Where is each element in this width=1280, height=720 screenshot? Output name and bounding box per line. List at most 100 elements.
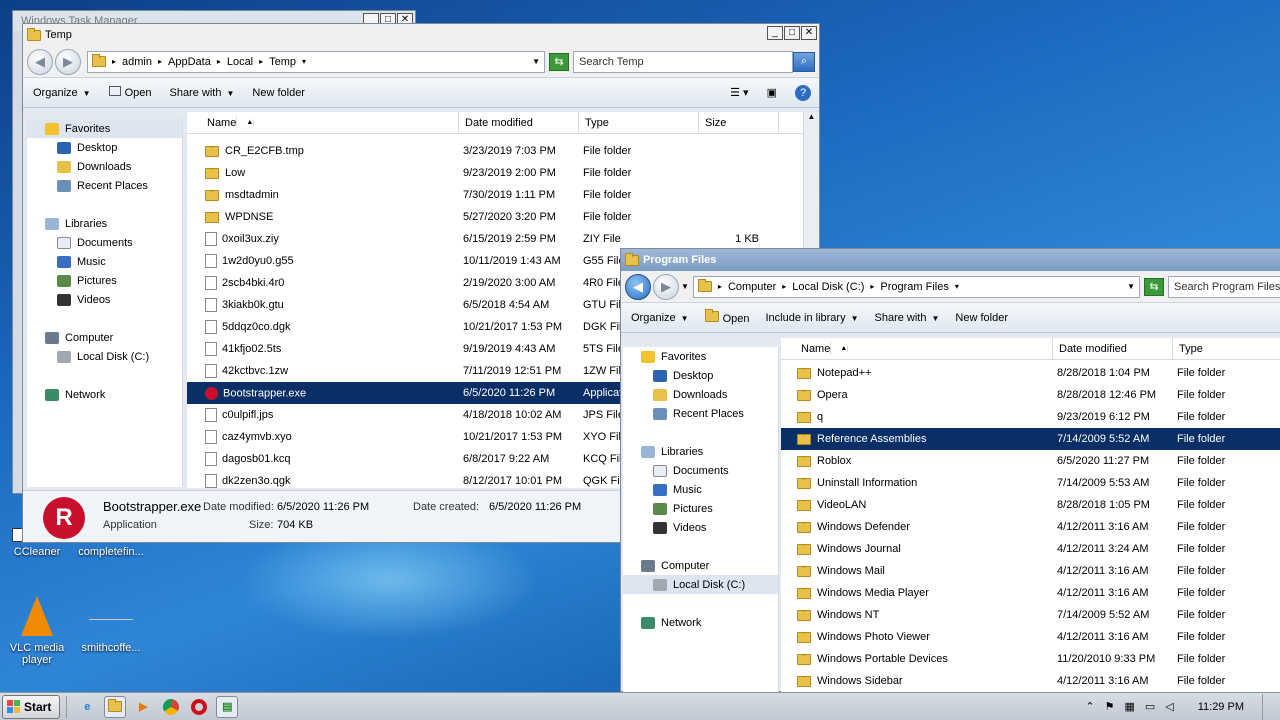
- include-in-library-button[interactable]: Include in library ▼: [765, 312, 858, 324]
- windows-explorer-icon[interactable]: [104, 695, 127, 718]
- close-button[interactable]: ✕: [801, 26, 817, 40]
- share-with-button[interactable]: Share with ▼: [169, 87, 234, 99]
- nav-recent-places[interactable]: Recent Places: [623, 404, 778, 423]
- recent-pages-icon[interactable]: ▼: [681, 282, 689, 291]
- table-row[interactable]: Roblox 6/5/2020 11:27 PM File folder: [781, 450, 1280, 472]
- table-row[interactable]: WPDNSE 5/27/2020 3:20 PM File folder: [187, 206, 819, 228]
- search-icon[interactable]: ⌕: [793, 51, 815, 72]
- crumb[interactable]: Temp: [269, 56, 296, 68]
- back-button[interactable]: ◀: [27, 48, 53, 75]
- nav-downloads[interactable]: Downloads: [623, 385, 778, 404]
- organize-button[interactable]: Organize ▼: [631, 312, 689, 324]
- nav-favorites[interactable]: Favorites: [27, 119, 182, 138]
- chrome-icon[interactable]: [160, 696, 182, 718]
- column-name[interactable]: Name ▲: [187, 112, 459, 133]
- nav-computer[interactable]: Computer: [623, 556, 778, 575]
- nav-downloads[interactable]: Downloads: [27, 157, 182, 176]
- temp-titlebar[interactable]: Temp _ □ ✕: [23, 24, 819, 46]
- column-date[interactable]: Date modified: [459, 112, 579, 133]
- clock[interactable]: 11:29 PM: [1198, 701, 1244, 713]
- nav-videos[interactable]: Videos: [27, 290, 182, 309]
- minimize-button[interactable]: _: [767, 26, 783, 40]
- nav-favorites[interactable]: Favorites: [623, 347, 778, 366]
- new-folder-button[interactable]: New folder: [955, 312, 1008, 324]
- nav-libraries[interactable]: Libraries: [623, 442, 778, 461]
- network-tray-icon[interactable]: ▭: [1145, 700, 1155, 713]
- nav-music[interactable]: Music: [623, 480, 778, 499]
- program-files-window[interactable]: Program Files ◀ ▶ ▼ ▸ Computer ▸ Local Di…: [620, 248, 1280, 692]
- share-with-button[interactable]: Share with ▼: [875, 312, 940, 324]
- media-player-icon[interactable]: ▶: [132, 696, 154, 718]
- table-row[interactable]: VideoLAN 8/28/2018 1:05 PM File folder: [781, 494, 1280, 516]
- table-row[interactable]: CR_E2CFB.tmp 3/23/2019 7:03 PM File folder: [187, 140, 819, 162]
- maximize-button[interactable]: □: [784, 26, 800, 40]
- view-options-icon[interactable]: ☰ ▾: [730, 86, 748, 99]
- help-icon[interactable]: ?: [795, 84, 811, 101]
- organize-button[interactable]: Organize ▼: [33, 87, 91, 99]
- nav-network[interactable]: Network: [27, 385, 182, 404]
- opera-icon[interactable]: [188, 696, 210, 718]
- table-row[interactable]: Low 9/23/2019 2:00 PM File folder: [187, 162, 819, 184]
- open-button[interactable]: Open: [704, 308, 749, 325]
- table-row[interactable]: msdtadmin 7/30/2019 1:11 PM File folder: [187, 184, 819, 206]
- table-row[interactable]: Windows Media Player 4/12/2011 3:16 AM Fil…: [781, 582, 1280, 604]
- start-button[interactable]: Start: [2, 694, 61, 719]
- crumb[interactable]: Local Disk (C:): [792, 281, 864, 293]
- nav-videos[interactable]: Videos: [623, 518, 778, 537]
- crumb[interactable]: Computer: [728, 281, 776, 293]
- search-input[interactable]: Search Program Files: [1168, 275, 1280, 298]
- column-size[interactable]: Size: [699, 112, 779, 133]
- table-row[interactable]: Notepad++ 8/28/2018 1:04 PM File folder: [781, 362, 1280, 384]
- table-row[interactable]: Windows Journal 4/12/2011 3:24 AM File fol…: [781, 538, 1280, 560]
- internet-explorer-icon[interactable]: e: [76, 696, 98, 718]
- table-row[interactable]: Reference Assemblies 7/14/2009 5:52 AM Fil…: [781, 428, 1280, 450]
- forward-button[interactable]: ▶: [653, 273, 679, 300]
- nav-desktop[interactable]: Desktop: [27, 138, 182, 157]
- table-row[interactable]: Windows Mail 4/12/2011 3:16 AM File folder: [781, 560, 1280, 582]
- volume-icon[interactable]: ◁: [1165, 700, 1173, 713]
- crumb[interactable]: Local: [227, 56, 253, 68]
- crumb[interactable]: AppData: [168, 56, 211, 68]
- nav-documents[interactable]: Documents: [27, 233, 182, 252]
- nav-documents[interactable]: Documents: [623, 461, 778, 480]
- refresh-button[interactable]: ⇆: [1144, 277, 1164, 296]
- column-date[interactable]: Date modified: [1053, 338, 1173, 359]
- table-row[interactable]: Opera 8/28/2018 12:46 PM File folder: [781, 384, 1280, 406]
- back-button[interactable]: ◀: [625, 273, 651, 300]
- address-dropdown-icon[interactable]: ▼: [532, 57, 540, 66]
- desktop-icon-smithcoffe[interactable]: smithcoffe...: [74, 596, 148, 654]
- crumb[interactable]: Program Files: [880, 281, 948, 293]
- breadcrumb[interactable]: ▸ Computer ▸ Local Disk (C:) ▸ Program Fil…: [692, 275, 1140, 298]
- nav-pictures[interactable]: Pictures: [623, 499, 778, 518]
- nav-local-disk[interactable]: Local Disk (C:): [27, 347, 182, 366]
- show-desktop-button[interactable]: [1262, 693, 1274, 720]
- table-row[interactable]: Uninstall Information 7/14/2009 5:53 AM Fi…: [781, 472, 1280, 494]
- nav-computer[interactable]: Computer: [27, 328, 182, 347]
- action-center-flag-icon[interactable]: ⚑: [1105, 700, 1115, 713]
- table-row[interactable]: Windows Photo Viewer 4/12/2011 3:16 AM Fil…: [781, 626, 1280, 648]
- crumb[interactable]: admin: [122, 56, 152, 68]
- column-type[interactable]: Type: [1173, 338, 1280, 359]
- printer-icon[interactable]: ▦: [1124, 700, 1134, 713]
- open-button[interactable]: Open: [108, 86, 151, 99]
- nav-libraries[interactable]: Libraries: [27, 214, 182, 233]
- nav-pictures[interactable]: Pictures: [27, 271, 182, 290]
- table-row[interactable]: Windows Sidebar 4/12/2011 3:16 AM File fol…: [781, 670, 1280, 692]
- address-dropdown-icon[interactable]: ▼: [1127, 282, 1135, 291]
- desktop-icon-vlc[interactable]: VLC media player: [0, 596, 74, 666]
- table-row[interactable]: Windows NT 7/14/2009 5:52 AM File folder: [781, 604, 1280, 626]
- search-input[interactable]: Search Temp: [573, 50, 793, 73]
- task-manager-icon[interactable]: ▤: [216, 695, 239, 718]
- breadcrumb[interactable]: ▸ admin ▸ AppData ▸ Local ▸ Temp ▾ ▼: [87, 50, 545, 73]
- nav-network[interactable]: Network: [623, 613, 778, 632]
- forward-button[interactable]: ▶: [55, 48, 81, 75]
- nav-local-disk[interactable]: Local Disk (C:): [623, 575, 778, 594]
- table-row[interactable]: 0xoil3ux.ziy 6/15/2019 2:59 PM ZIY File 1 K…: [187, 228, 819, 250]
- nav-desktop[interactable]: Desktop: [623, 366, 778, 385]
- preview-pane-icon[interactable]: ▣: [767, 86, 777, 99]
- refresh-button[interactable]: ⇆: [549, 52, 569, 71]
- table-row[interactable]: Windows Portable Devices 11/20/2010 9:33 …: [781, 648, 1280, 670]
- show-hidden-icons-icon[interactable]: ⌃: [1085, 700, 1094, 713]
- nav-recent-places[interactable]: Recent Places: [27, 176, 182, 195]
- new-folder-button[interactable]: New folder: [252, 87, 305, 99]
